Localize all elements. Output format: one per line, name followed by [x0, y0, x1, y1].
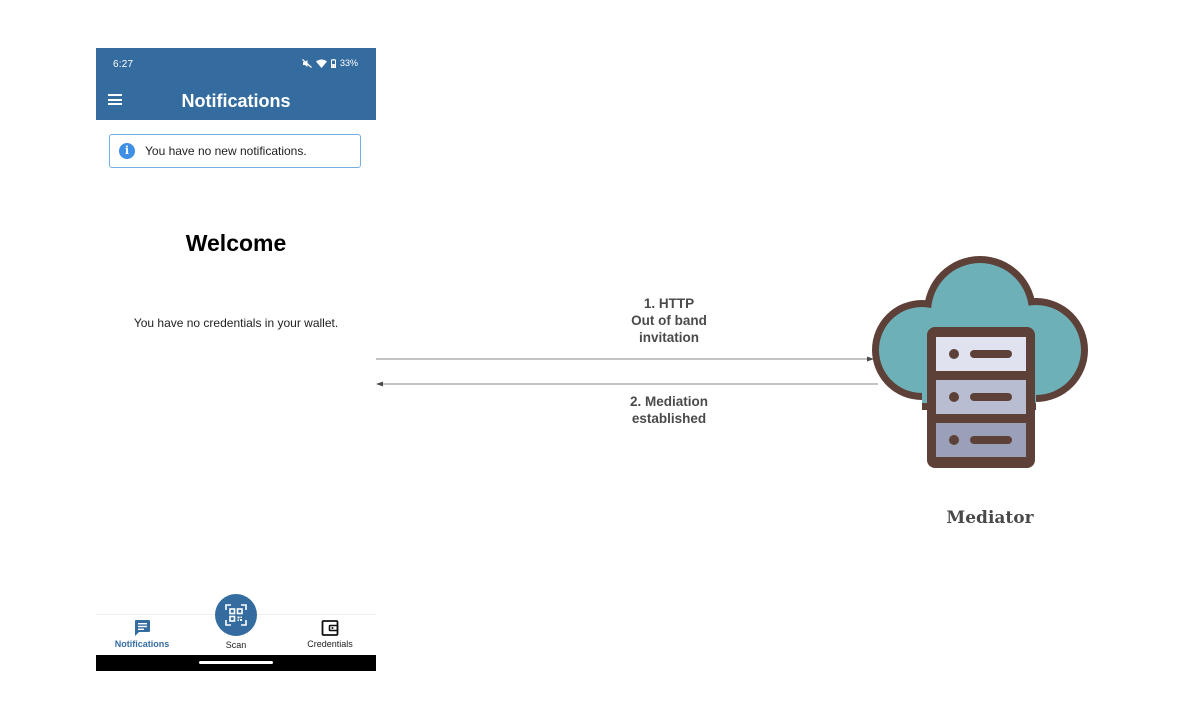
mediator-label: Mediator: [946, 508, 1034, 528]
arrow-invitation: [376, 356, 874, 362]
invitation-arrow-label: 1. HTTP Out of band invitation: [631, 296, 707, 345]
mediation-arrow-label: 2. Mediation established: [629, 394, 708, 426]
server-rack: [927, 327, 1035, 468]
arrow-mediation: [376, 381, 878, 387]
cloud-server-icon: [872, 256, 1088, 468]
